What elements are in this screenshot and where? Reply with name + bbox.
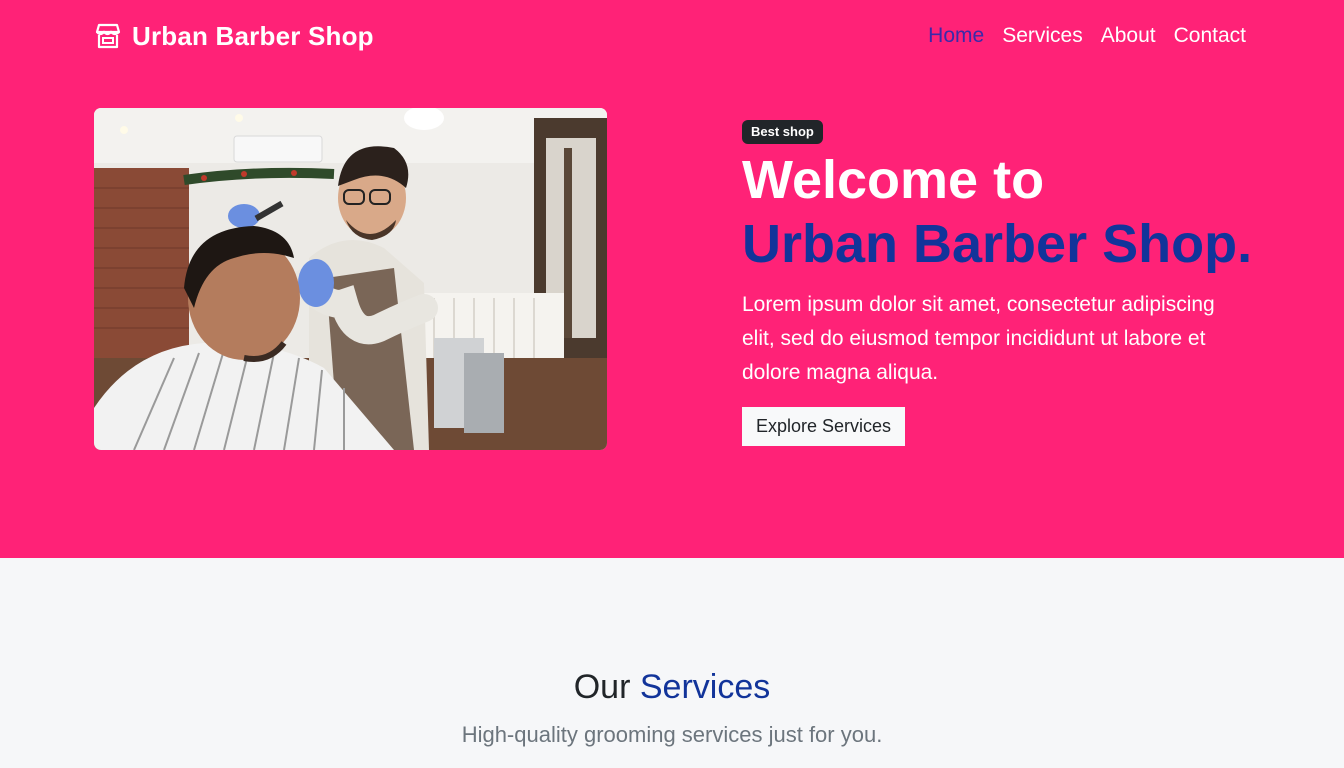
best-shop-badge: Best shop [742,120,823,144]
nav-links: Home Services About Contact [928,24,1246,48]
hero-heading: Welcome to Urban Barber Shop. [742,148,1262,276]
nav-home[interactable]: Home [928,24,984,48]
services-subtitle: High-quality grooming services just for … [461,722,883,747]
services-title: Our Services [0,668,1344,707]
nav-services[interactable]: Services [1002,24,1083,48]
brand-name: Urban Barber Shop [132,20,374,51]
shop-icon [95,23,121,49]
services-title-part2: Services [639,668,771,706]
explore-services-button[interactable]: Explore Services [742,407,906,446]
services-title-part1: Our [573,668,631,706]
navbar: Urban Barber Shop Home Services About Co… [94,0,1246,72]
brand-link[interactable]: Urban Barber Shop [94,21,374,52]
hero-heading-line2: Urban Barber Shop. [742,214,1253,274]
hero-image [94,108,607,450]
nav-contact[interactable]: Contact [1174,24,1246,48]
hero-heading-line1: Welcome to [742,150,1045,210]
nav-about[interactable]: About [1101,24,1156,48]
hero-content: Best shop Welcome to Urban Barber Shop. … [742,120,1262,446]
hero-lead: Lorem ipsum dolor sit amet, consectetur … [742,293,1215,384]
barber-photo [94,108,607,450]
hero-section: Urban Barber Shop Home Services About Co… [0,0,1344,558]
services-section: Our Services High-quality grooming servi… [0,558,1344,768]
